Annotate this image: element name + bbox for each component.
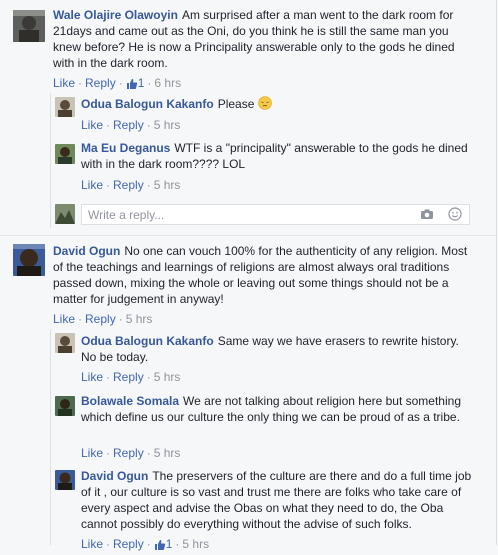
reply-thread-line	[50, 329, 51, 545]
comment-time[interactable]: 5 hrs	[126, 312, 153, 326]
comment-time[interactable]: 6 hrs	[154, 76, 181, 90]
comment-body: Wale Olajire Olawoyin Am surprised after …	[53, 7, 473, 71]
reply-author[interactable]: Odua Balogun Kakanfo	[81, 334, 214, 348]
like-link[interactable]: Like	[81, 537, 103, 551]
reply-author[interactable]: Ma Eu Deganus	[81, 141, 170, 155]
pensive-emoji-icon	[257, 96, 272, 110]
reply-link[interactable]: Reply	[113, 446, 144, 460]
avatar[interactable]	[13, 244, 45, 276]
avatar[interactable]	[55, 144, 75, 164]
reply-body: David Ogun The preservers of the culture …	[81, 468, 476, 532]
reply-input[interactable]: Write a reply...	[81, 204, 470, 225]
reply-link[interactable]: Reply	[113, 178, 144, 192]
avatar[interactable]	[55, 333, 75, 353]
reply-link[interactable]: Reply	[113, 118, 144, 132]
thumbs-up-icon	[126, 78, 138, 94]
reply-actions: Like · Reply · 5 hrs	[81, 178, 181, 192]
like-link[interactable]: Like	[53, 76, 75, 90]
reply-time[interactable]: 5 hrs	[154, 118, 181, 132]
reply-actions: Like · Reply · 5 hrs	[81, 118, 181, 132]
reply-link[interactable]: Reply	[85, 76, 116, 90]
reply-text: Please	[217, 97, 255, 111]
reply-time[interactable]: 5 hrs	[154, 446, 181, 460]
reply-actions: Like · Reply · 5 hrs	[81, 370, 181, 384]
avatar[interactable]	[55, 97, 75, 117]
emoji-icon[interactable]	[448, 207, 462, 224]
reply-body: Odua Balogun Kakanfo Same way we have era…	[81, 333, 471, 365]
comment-body: David Ogun No one can vouch 100% for the …	[53, 243, 478, 307]
reply-time[interactable]: 5 hrs	[182, 537, 209, 551]
reply-body: Ma Eu Deganus WTF is a "principality" ans…	[81, 140, 476, 172]
reply-actions: Like · Reply · 1 · 5 hrs	[81, 536, 209, 555]
reply-link[interactable]: Reply	[113, 537, 144, 551]
like-link[interactable]: Like	[81, 118, 103, 132]
like-link[interactable]: Like	[81, 370, 103, 384]
comment-author[interactable]: David Ogun	[53, 244, 120, 258]
camera-icon[interactable]	[420, 207, 434, 224]
reply-time[interactable]: 5 hrs	[154, 178, 181, 192]
reply-thread-line	[50, 93, 51, 228]
reply-author[interactable]: Odua Balogun Kakanfo	[81, 97, 214, 111]
thumbs-up-icon	[154, 539, 166, 555]
reply-placeholder: Write a reply...	[88, 208, 165, 222]
reply-author[interactable]: Bolawale Somala	[81, 394, 179, 408]
avatar[interactable]	[55, 396, 75, 416]
avatar	[55, 204, 75, 224]
avatar[interactable]	[13, 10, 45, 42]
comment-actions: Like · Reply · 1 · 6 hrs	[53, 75, 181, 94]
reply-actions: Like · Reply · 5 hrs	[81, 446, 181, 460]
comment-divider	[0, 235, 496, 236]
like-link[interactable]: Like	[81, 446, 103, 460]
comment-author[interactable]: Wale Olajire Olawoyin	[53, 8, 178, 22]
comments-panel: Wale Olajire Olawoyin Am surprised after …	[0, 0, 497, 551]
reply-time[interactable]: 5 hrs	[154, 370, 181, 384]
like-link[interactable]: Like	[53, 312, 75, 326]
reply-author[interactable]: David Ogun	[81, 469, 148, 483]
like-link[interactable]: Like	[81, 178, 103, 192]
comment-actions: Like · Reply · 5 hrs	[53, 312, 153, 326]
reply-link[interactable]: Reply	[85, 312, 116, 326]
avatar[interactable]	[55, 470, 75, 490]
reply-body: Bolawale Somala We are not talking about …	[81, 393, 476, 425]
reply-link[interactable]: Reply	[113, 370, 144, 384]
reply-body: Odua Balogun Kakanfo Please	[81, 96, 476, 112]
